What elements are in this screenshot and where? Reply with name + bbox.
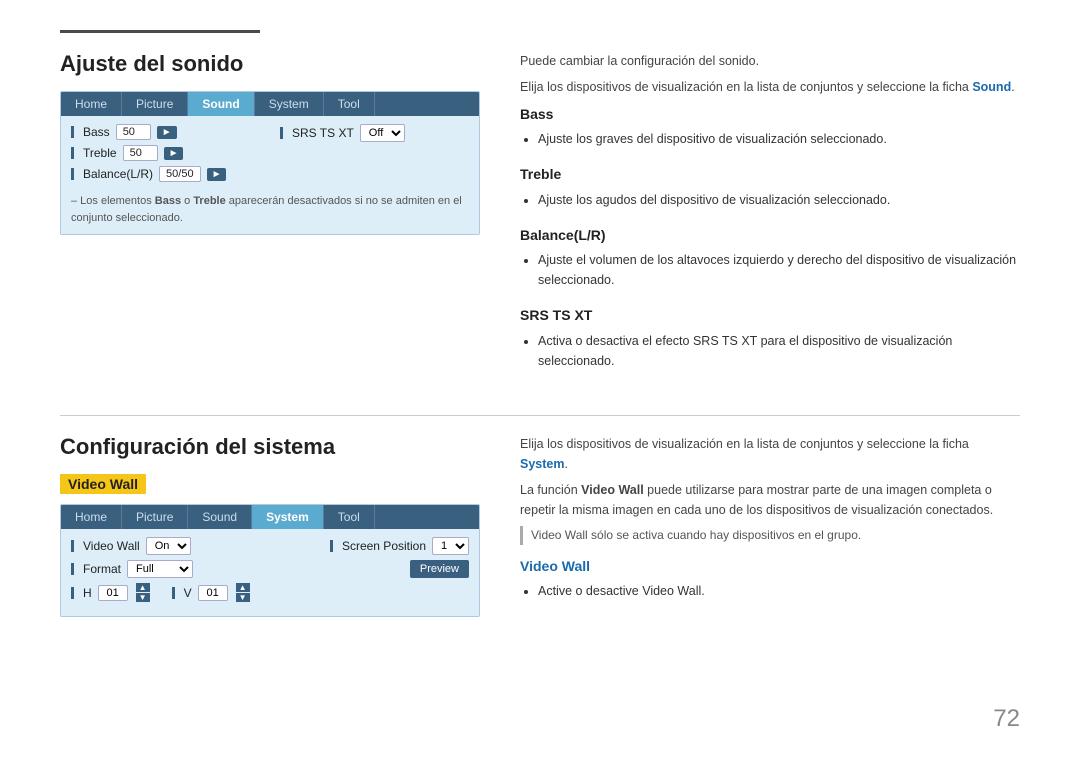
srs-desc: Activa o desactiva el efecto SRS TS XT p… [538,331,1020,371]
videowall-desc-link: Video Wall [642,584,701,598]
h-up[interactable]: ▲ [136,583,150,592]
srs-link: SRS TS XT [693,334,757,348]
balance-desc: Ajuste el volumen de los altavoces izqui… [538,250,1020,290]
sys-para1: La función Video Wall puede utilizarse p… [520,480,1020,520]
system-panel-body: Video Wall On Off Screen Position 1 2 [61,529,479,616]
bass-arrow[interactable]: ► [157,126,177,139]
sys-tab-system[interactable]: System [252,505,324,529]
v-bar [172,587,175,599]
sound-panel-tabs: Home Picture Sound System Tool [61,92,479,116]
bass-section: Bass Ajuste los graves del dispositivo d… [520,103,1020,149]
videowall-section: Video Wall Active o desactive Video Wall… [520,555,1020,601]
treble-value: 50 [123,145,158,161]
v-label: V [184,586,192,600]
treble-heading: Treble [520,163,1020,185]
balance-arrow[interactable]: ► [207,168,227,181]
videowall-desc: Active o desactive Video Wall. [538,581,1020,601]
h-spinners: ▲ ▼ [136,583,150,603]
bass-row: Bass 50 ► [71,124,260,140]
bass-value: 50 [116,124,151,140]
balance-heading: Balance(L/R) [520,224,1020,246]
screenpos-select[interactable]: 1 2 [432,537,469,555]
srs-section: SRS TS XT Activa o desactiva el efecto S… [520,304,1020,370]
v-spinners: ▲ ▼ [236,583,250,603]
tab-system[interactable]: System [255,92,324,116]
videowall-bold: Video Wall [581,483,644,497]
sys-tab-tool[interactable]: Tool [324,505,375,529]
sound-link: Sound [972,80,1011,94]
treble-arrow[interactable]: ► [164,147,184,160]
section1-left: Ajuste del sonido Home Picture Sound Sys… [60,51,480,385]
videowall-bar [71,540,74,552]
section1-title: Ajuste del sonido [60,51,480,77]
video-wall-badge: Video Wall [60,474,146,494]
tab-sound[interactable]: Sound [188,92,254,116]
section2-right: Elija los dispositivos de visualización … [520,434,1020,627]
page-number: 72 [993,705,1020,733]
sound-panel-note: – Los elementos Bass o Treble aparecerán… [71,193,469,226]
format-label: Format [83,562,121,576]
balance-label: Balance(L/R) [83,167,153,181]
treble-section: Treble Ajuste los agudos del dispositivo… [520,163,1020,209]
h-bar [71,587,74,599]
videowall-label: Video Wall [83,539,140,553]
videowall-note-link: Video Wall [531,528,588,542]
hv-row: H ▲ ▼ V ▲ ▼ [71,583,469,603]
sys-note: Video Wall sólo se activa cuando hay dis… [520,526,1020,545]
treble-row: Treble 50 ► [71,145,260,161]
system-panel-tabs: Home Picture Sound System Tool [61,505,479,529]
sound-intro2: Elija los dispositivos de visualización … [520,77,1020,97]
format-bar [71,563,74,575]
h-label: H [83,586,92,600]
section1-right: Puede cambiar la configuración del sonid… [520,51,1020,385]
format-row: Format Full Natural Preview [71,560,469,578]
treble-label: Treble [83,146,117,160]
balance-section: Balance(L/R) Ajuste el volumen de los al… [520,224,1020,290]
sys-tab-home[interactable]: Home [61,505,122,529]
section-divider [60,415,1020,416]
section2-config-sistema: Configuración del sistema Video Wall Hom… [60,434,1020,627]
balance-value: 50/50 [159,166,201,182]
treble-desc: Ajuste los agudos del dispositivo de vis… [538,190,1020,210]
system-panel: Home Picture Sound System Tool Video Wal… [60,504,480,617]
v-down[interactable]: ▼ [236,593,250,602]
h-down[interactable]: ▼ [136,593,150,602]
treble-bar [71,147,74,159]
system-link: System [520,457,564,471]
sys-tab-picture[interactable]: Picture [122,505,188,529]
bass-bar [71,126,74,138]
tab-picture[interactable]: Picture [122,92,188,116]
preview-button[interactable]: Preview [410,560,469,578]
balance-row: Balance(L/R) 50/50 ► [71,166,260,182]
section1-ajuste-sonido: Ajuste del sonido Home Picture Sound Sys… [60,51,1020,385]
top-line [60,30,260,33]
sound-panel-body: Bass 50 ► Treble 50 ► Balance(L/R) [61,116,479,234]
section2-left: Configuración del sistema Video Wall Hom… [60,434,480,627]
srs-heading: SRS TS XT [520,304,1020,326]
srs-label: SRS TS XT [292,126,354,140]
videowall-select[interactable]: On Off [146,537,191,555]
format-select[interactable]: Full Natural [127,560,193,578]
section2-title: Configuración del sistema [60,434,480,460]
videowall-row: Video Wall On Off Screen Position 1 2 [71,537,469,555]
bass-label: Bass [83,125,110,139]
v-input[interactable] [198,585,228,601]
v-up[interactable]: ▲ [236,583,250,592]
sys-tab-sound[interactable]: Sound [188,505,252,529]
sound-panel: Home Picture Sound System Tool Bass 50 ► [60,91,480,235]
sound-intro1: Puede cambiar la configuración del sonid… [520,51,1020,71]
bass-desc: Ajuste los graves del dispositivo de vis… [538,129,1020,149]
screenpos-bar [330,540,333,552]
balance-bar [71,168,74,180]
screenpos-label: Screen Position [342,539,426,553]
videowall-heading: Video Wall [520,555,1020,577]
sys-intro: Elija los dispositivos de visualización … [520,434,1020,474]
srs-bar [280,127,283,139]
tab-home[interactable]: Home [61,92,122,116]
h-input[interactable] [98,585,128,601]
bass-heading: Bass [520,103,1020,125]
tab-tool[interactable]: Tool [324,92,375,116]
srs-select[interactable]: Off On [360,124,405,142]
srs-row: SRS TS XT Off On [280,124,469,142]
